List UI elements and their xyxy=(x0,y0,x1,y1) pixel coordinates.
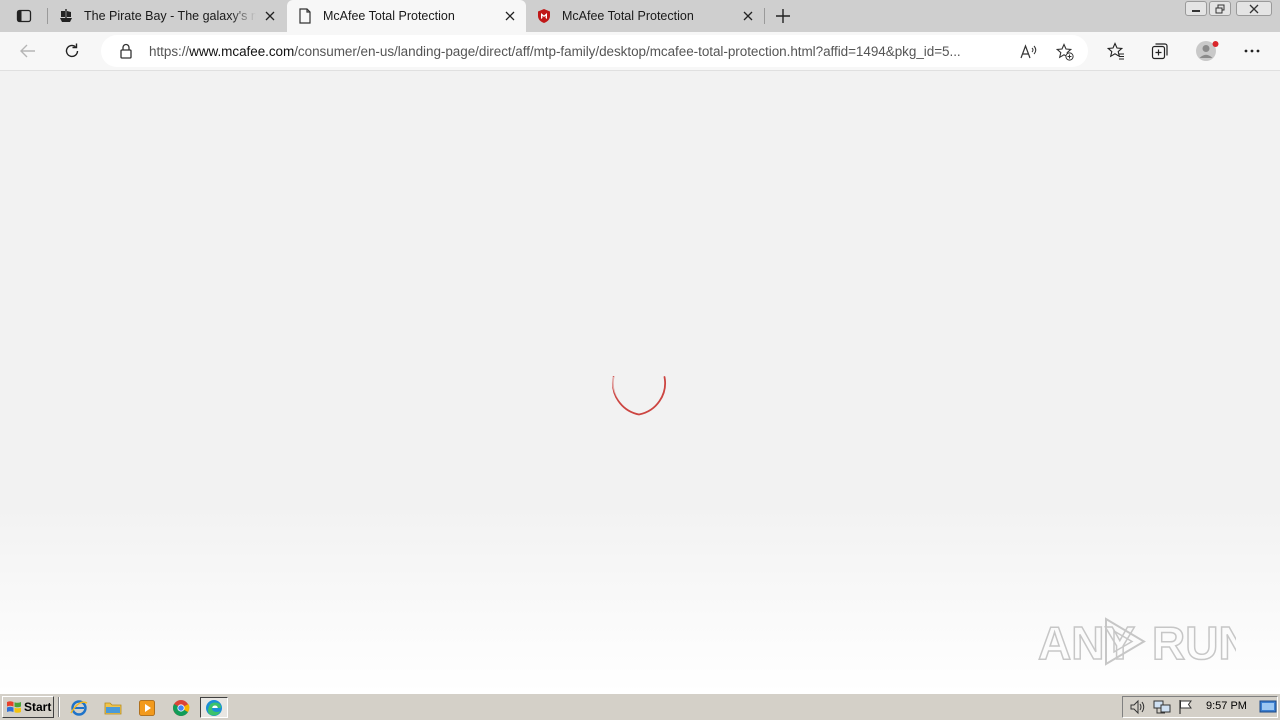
tab-mcafee-active[interactable]: McAfee Total Protection xyxy=(287,0,526,32)
taskbar-clock[interactable]: 9:57 PM xyxy=(1206,700,1247,712)
system-tray xyxy=(1122,696,1278,718)
back-button[interactable] xyxy=(14,38,42,64)
tab-pirate-bay[interactable]: The Pirate Bay - The galaxy's most resil… xyxy=(48,0,286,32)
tab-title: The Pirate Bay - The galaxy's most resil… xyxy=(84,9,256,23)
settings-menu-button[interactable] xyxy=(1238,38,1266,64)
page-content: ANY RUN xyxy=(0,71,1280,693)
new-tab-button[interactable] xyxy=(771,4,795,28)
url-scheme: https:// xyxy=(149,43,190,59)
taskbar-file-explorer[interactable] xyxy=(99,697,127,718)
windows-taskbar: Start 9:57 PM xyxy=(0,693,1280,720)
windows-logo-icon xyxy=(7,701,21,713)
close-tab-icon[interactable] xyxy=(502,8,518,24)
restore-icon xyxy=(1215,4,1225,13)
profile-button[interactable] xyxy=(1192,38,1222,64)
taskbar-media-player[interactable] xyxy=(133,697,161,718)
browser-toolbar: https://www.mcafee.com/consumer/en-us/la… xyxy=(0,32,1280,71)
tab-strip: The Pirate Bay - The galaxy's most resil… xyxy=(0,0,1280,32)
plus-icon xyxy=(776,9,790,23)
collections-button[interactable] xyxy=(1146,38,1174,64)
favorites-star-icon xyxy=(1107,42,1124,60)
network-icon[interactable] xyxy=(1153,699,1171,715)
favorites-button[interactable] xyxy=(1102,38,1130,64)
mcafee-shield-icon xyxy=(536,8,552,24)
restore-button[interactable] xyxy=(1209,1,1231,16)
back-arrow-icon xyxy=(20,44,35,58)
taskbar-separator xyxy=(58,697,60,717)
close-window-button[interactable] xyxy=(1236,1,1272,16)
start-button[interactable]: Start xyxy=(2,696,54,718)
volume-icon[interactable] xyxy=(1129,699,1147,715)
refresh-button[interactable] xyxy=(58,38,86,64)
avatar xyxy=(1196,41,1219,61)
watermark-run: RUN xyxy=(1152,617,1236,669)
chrome-icon xyxy=(172,699,190,716)
watermark-any: ANY xyxy=(1038,617,1135,669)
more-dots-icon xyxy=(1244,49,1260,53)
url-path: /consumer/en-us/landing-page/direct/aff/… xyxy=(294,43,961,59)
read-aloud-icon[interactable] xyxy=(1020,43,1038,61)
close-tab-icon[interactable] xyxy=(740,8,756,24)
pirate-ship-icon xyxy=(58,8,74,24)
media-player-icon xyxy=(139,699,155,716)
tab-title: McAfee Total Protection xyxy=(562,9,694,23)
close-icon xyxy=(1249,4,1259,13)
taskbar-edge[interactable] xyxy=(200,697,228,718)
url-host: www.mcafee.com xyxy=(189,43,295,59)
minimize-icon xyxy=(1192,9,1200,12)
taskbar-internet-explorer[interactable] xyxy=(65,697,93,718)
tab-title: McAfee Total Protection xyxy=(323,9,455,23)
start-label: Start xyxy=(24,700,52,714)
page-icon xyxy=(297,8,313,24)
tab-actions-icon xyxy=(16,9,32,23)
action-center-flag-icon[interactable] xyxy=(1177,699,1195,715)
address-bar[interactable]: https://www.mcafee.com/consumer/en-us/la… xyxy=(101,35,1088,67)
lock-icon[interactable] xyxy=(118,43,134,59)
show-desktop-icon xyxy=(1259,700,1277,713)
add-favorite-icon[interactable] xyxy=(1056,43,1074,61)
tab-separator xyxy=(764,8,765,24)
taskbar-chrome[interactable] xyxy=(167,697,195,718)
collections-icon xyxy=(1151,43,1168,60)
minimize-button[interactable] xyxy=(1185,1,1207,16)
internet-explorer-icon xyxy=(70,699,88,716)
refresh-icon xyxy=(65,43,79,58)
url-text[interactable]: https://www.mcafee.com/consumer/en-us/la… xyxy=(149,44,1011,59)
tab-actions-menu-button[interactable] xyxy=(8,4,40,28)
folder-icon xyxy=(104,702,122,714)
loading-spinner xyxy=(612,376,666,416)
edge-icon xyxy=(206,699,222,716)
anyrun-watermark: ANY RUN xyxy=(1037,616,1236,670)
tab-mcafee[interactable]: McAfee Total Protection xyxy=(526,0,764,32)
close-tab-icon[interactable] xyxy=(262,8,278,24)
show-desktop-button[interactable] xyxy=(1259,699,1277,715)
